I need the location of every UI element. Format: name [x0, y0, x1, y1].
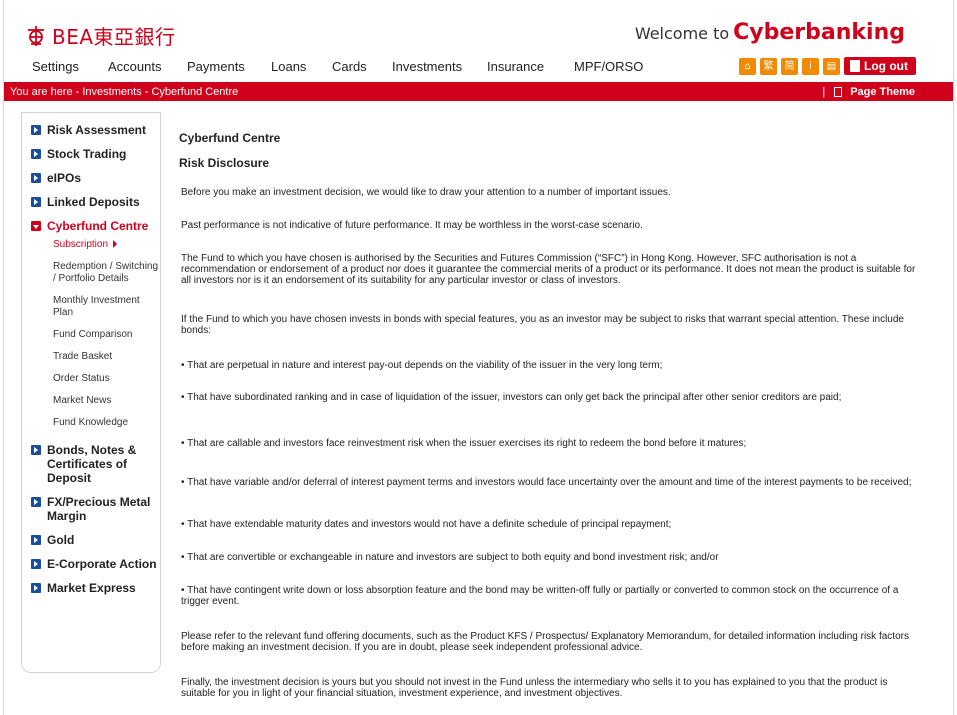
arrow-icon	[31, 535, 41, 545]
sidebar-item-cyberfund-centre[interactable]: Cyberfund Centre	[31, 219, 159, 233]
disclosure-paragraph: Please refer to the relevant fund offeri…	[181, 631, 909, 653]
welcome-banner: Welcome to Cyberbanking	[635, 20, 905, 45]
sidebar-item-label: Market Express	[47, 581, 136, 595]
bullet-item: • That are callable and investors face r…	[181, 438, 747, 449]
sidebar-item-label: Linked Deposits	[47, 195, 140, 209]
expand-icon	[31, 221, 41, 231]
nav-investments[interactable]: Investments	[392, 59, 487, 74]
main-nav: Settings Accounts Payments Loans Cards I…	[32, 59, 654, 74]
print-icon[interactable]: ▤	[823, 57, 840, 75]
subnav-trade-basket[interactable]: Trade Basket	[53, 351, 159, 363]
sidebar-item-label: E-Corporate Action	[47, 557, 157, 571]
nav-accounts[interactable]: Accounts	[108, 59, 187, 74]
bullet-item: • That have subordinated ranking and in …	[181, 392, 842, 403]
nav-mpf-orso[interactable]: MPF/ORSO	[574, 59, 654, 74]
nav-cards[interactable]: Cards	[332, 59, 392, 74]
bea-emblem-icon	[28, 25, 44, 46]
sidebar-item-bonds-notes[interactable]: Bonds, Notes & Certificates of Deposit	[31, 443, 159, 485]
info-icon[interactable]: i	[802, 57, 819, 75]
subnav-fund-comparison[interactable]: Fund Comparison	[53, 329, 159, 341]
sidebar-item-label: eIPOs	[47, 171, 82, 185]
logo-text: BEA東亞銀行	[52, 25, 176, 49]
subnav-order-status[interactable]: Order Status	[53, 373, 159, 385]
arrow-icon	[31, 173, 41, 183]
sidebar-item-label: Gold	[47, 533, 75, 547]
subnav-fund-knowledge[interactable]: Fund Knowledge	[53, 417, 159, 429]
simplified-chinese-icon[interactable]: 简	[781, 57, 798, 75]
page-frame: BEA東亞銀行 Welcome to Cyberbanking Settings …	[3, 0, 954, 715]
logout-label: Log out	[864, 59, 908, 73]
sidebar-list: Risk Assessment Stock Trading eIPOs Link…	[31, 121, 159, 595]
page-title: Cyberfund Centre	[179, 131, 281, 145]
separator: |	[822, 86, 826, 98]
breadcrumb: You are here - Investments - Cyberfund C…	[10, 86, 239, 98]
arrow-icon	[31, 197, 41, 207]
page-theme-label: Page Theme	[850, 86, 915, 98]
sidebar-item-eipos[interactable]: eIPOs	[31, 171, 159, 185]
door-icon	[850, 60, 860, 72]
cyberbanking-brand: Cyberbanking	[733, 20, 905, 45]
subnav-monthly-investment-plan[interactable]: Monthly Investment Plan	[53, 295, 159, 319]
sidebar-item-label: Risk Assessment	[47, 123, 146, 137]
bullet-item: • That have variable and/or deferral of …	[181, 477, 912, 488]
bank-logo[interactable]: BEA東亞銀行	[26, 21, 176, 50]
sidebar-item-label: Cyberfund Centre	[47, 219, 149, 233]
sidebar-item-linked-deposits[interactable]: Linked Deposits	[31, 195, 159, 209]
subnav-redemption[interactable]: Redemption / Switching / Portfolio Detai…	[53, 261, 159, 285]
bullet-item: • That are convertible or exchangeable i…	[181, 552, 719, 563]
subnav-market-news[interactable]: Market News	[53, 395, 159, 407]
sidebar-item-e-corporate-action[interactable]: E-Corporate Action	[31, 557, 159, 571]
toolbar: ⌂ 繁 简 i ▤ Log out	[739, 57, 916, 75]
sidebar-item-risk-assessment[interactable]: Risk Assessment	[31, 123, 159, 137]
arrow-icon	[31, 149, 41, 159]
home-icon[interactable]: ⌂	[739, 57, 756, 75]
bullet-item: • That have extendable maturity dates an…	[181, 519, 672, 530]
nav-insurance[interactable]: Insurance	[487, 59, 574, 74]
page-theme-icon	[834, 87, 843, 97]
subnav-subscription[interactable]: Subscription	[53, 239, 159, 251]
sidebar-item-market-express[interactable]: Market Express	[31, 581, 159, 595]
sidebar-item-stock-trading[interactable]: Stock Trading	[31, 147, 159, 161]
sidebar: Risk Assessment Stock Trading eIPOs Link…	[21, 112, 161, 673]
sidebar-item-label: Stock Trading	[47, 147, 127, 161]
disclosure-paragraph: If the Fund to which you have chosen inv…	[181, 314, 904, 336]
arrow-icon	[31, 559, 41, 569]
logout-button[interactable]: Log out	[844, 57, 916, 75]
nav-settings[interactable]: Settings	[32, 59, 108, 74]
disclosure-paragraph: Past performance is not indicative of fu…	[181, 220, 643, 231]
breadcrumb-bar: You are here - Investments - Cyberfund C…	[4, 82, 953, 101]
disclosure-paragraph: The Fund to which you have chosen is aut…	[181, 253, 916, 286]
disclosure-paragraph: Finally, the investment decision is your…	[181, 677, 888, 699]
sidebar-item-fx-precious-metal[interactable]: FX/Precious Metal Margin	[31, 495, 159, 523]
bullet-item: • That have contingent write down or los…	[181, 585, 899, 607]
sidebar-item-gold[interactable]: Gold	[31, 533, 159, 547]
nav-loans[interactable]: Loans	[271, 59, 332, 74]
sidebar-item-label: FX/Precious Metal Margin	[47, 495, 151, 523]
arrow-icon	[31, 583, 41, 593]
arrow-icon	[31, 497, 41, 507]
intro-paragraph: Before you make an investment decision, …	[181, 187, 671, 198]
arrow-icon	[31, 445, 41, 455]
section-title: Risk Disclosure	[179, 156, 270, 170]
bullet-item: • That are perpetual in nature and inter…	[181, 360, 663, 371]
sidebar-item-label: Bonds, Notes & Certificates of Deposit	[47, 443, 137, 485]
page-theme-button[interactable]: | Page Theme	[822, 86, 915, 98]
subnav-label: Subscription	[53, 239, 109, 250]
welcome-text: Welcome to	[634, 24, 730, 43]
arrow-icon	[31, 125, 41, 135]
nav-payments[interactable]: Payments	[187, 59, 271, 74]
current-arrow-icon	[113, 240, 118, 249]
traditional-chinese-icon[interactable]: 繁	[760, 57, 777, 75]
